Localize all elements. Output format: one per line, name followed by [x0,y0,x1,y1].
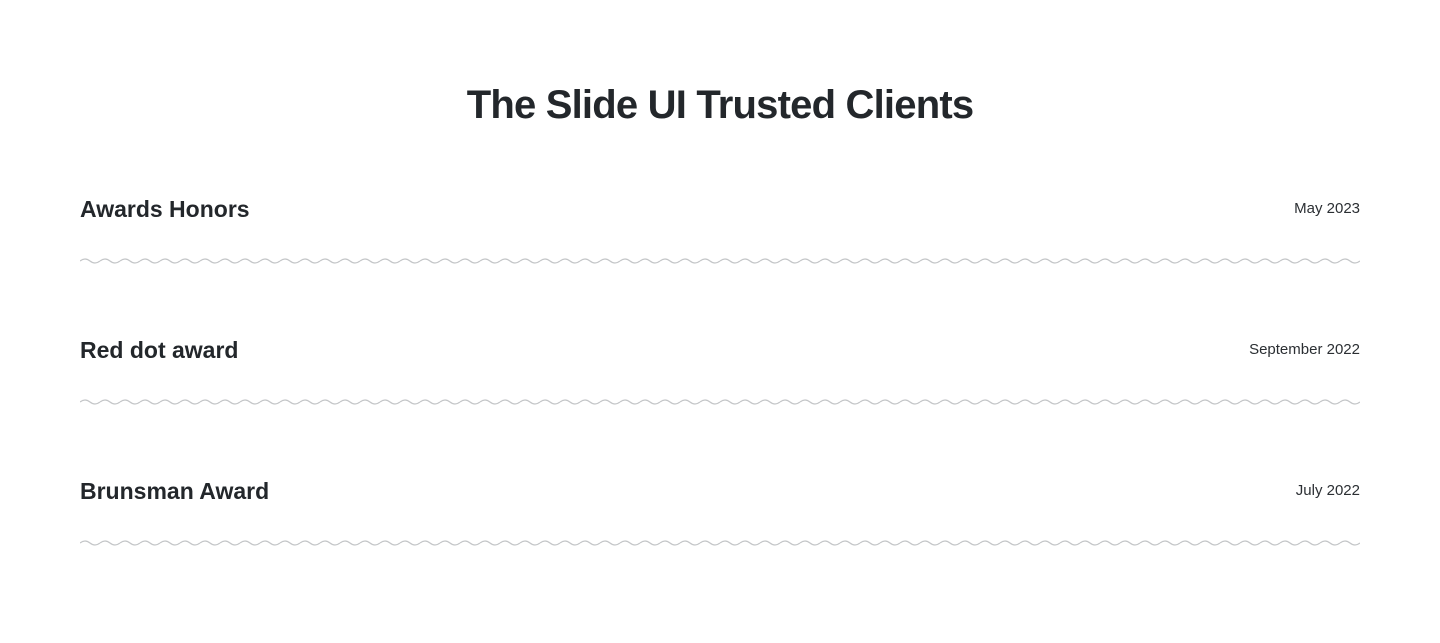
award-title: Brunsman Award [80,478,270,504]
award-title: Red dot award [80,337,239,363]
page-title: The Slide UI Trusted Clients [466,83,974,127]
wavy-divider [80,257,1360,265]
list-item: Brunsman Award July 2022 [80,476,1360,566]
award-date: May 2023 [1294,200,1360,217]
award-title: Awards Honors [80,196,250,222]
award-date: July 2022 [1295,482,1360,499]
wavy-divider [80,398,1360,406]
wavy-divider [80,539,1360,547]
list-item: Red dot award September 2022 [80,335,1360,425]
list-item: Awards Honors May 2023 [80,194,1360,284]
award-date: September 2022 [1249,341,1360,358]
